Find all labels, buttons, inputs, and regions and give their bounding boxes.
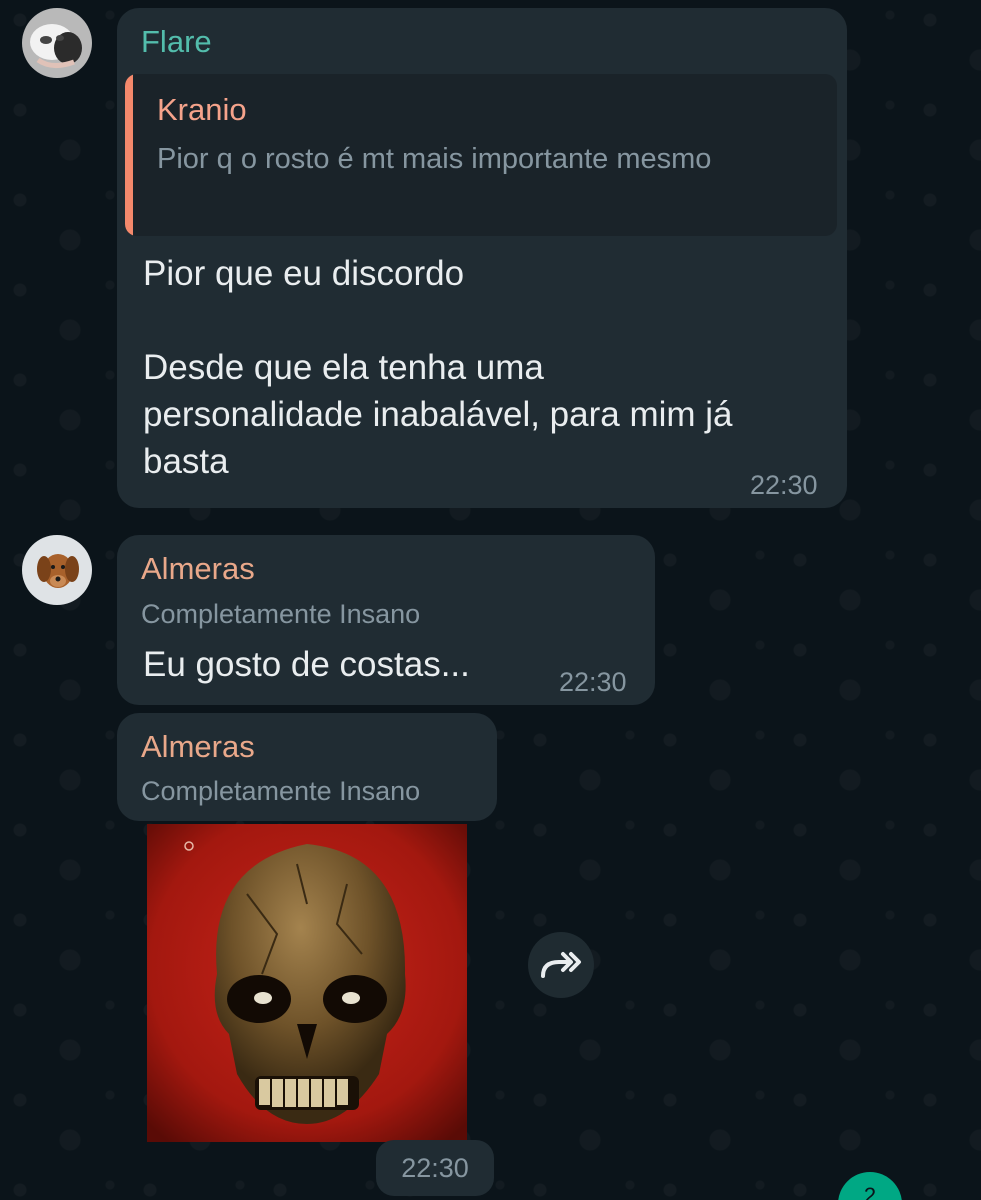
message-bubble-flare[interactable]: Flare Kranio Pior q o rosto é mt mais im…: [117, 8, 847, 508]
forward-icon: [541, 952, 581, 978]
quoted-message[interactable]: Kranio Pior q o rosto é mt mais importan…: [125, 74, 837, 236]
cat-photo-avatar: [22, 8, 92, 78]
sender-name[interactable]: Almeras: [141, 729, 255, 765]
quote-author: Kranio: [157, 92, 247, 127]
message-text: Pior que eu discordo Desde que ela tenha…: [143, 254, 733, 481]
dog-photo-avatar: [22, 535, 92, 605]
unread-badge[interactable]: 2: [838, 1172, 902, 1200]
forward-button[interactable]: [528, 932, 594, 998]
almeras-avatar[interactable]: [22, 535, 92, 605]
message-time: 22:30: [376, 1140, 494, 1196]
message-bubble-almeras[interactable]: Almeras Completamente Insano Eu gosto de…: [117, 535, 655, 705]
skull-image: [147, 824, 467, 1142]
sender-subtitle: Completamente Insano: [141, 776, 421, 806]
sender-name[interactable]: Flare: [141, 24, 212, 60]
message-bubble-almeras-image[interactable]: Almeras Completamente Insano: [117, 713, 497, 821]
quote-text: Pior q o rosto é mt mais importante mesm…: [157, 143, 712, 175]
sender-subtitle: Completamente Insano: [141, 599, 421, 629]
chat-area[interactable]: Flare Kranio Pior q o rosto é mt mais im…: [0, 0, 981, 1200]
message-time: 22:30: [559, 667, 627, 697]
sender-name[interactable]: Almeras: [141, 551, 255, 587]
message-text: Eu gosto de costas...: [143, 645, 470, 684]
quote-bar: [125, 74, 133, 236]
message-time: 22:30: [750, 470, 818, 500]
image-message[interactable]: [147, 824, 467, 1142]
flare-avatar[interactable]: [22, 8, 92, 78]
